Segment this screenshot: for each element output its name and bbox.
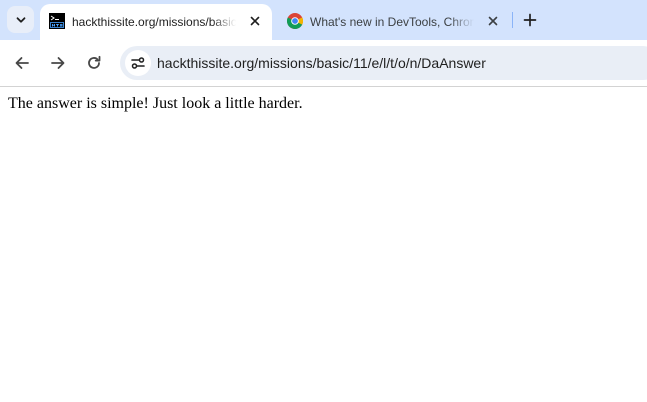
tab-search-button[interactable] [7, 6, 34, 33]
reload-button[interactable] [80, 49, 108, 77]
tab-strip: hackthissite.org/missions/basic/11/e/l/t… [0, 0, 647, 40]
arrow-left-icon [15, 57, 29, 69]
tab-title: What's new in DevTools, Chrome [310, 15, 474, 29]
reload-icon [88, 55, 101, 69]
tab-close-button[interactable] [484, 12, 502, 30]
chevron-down-icon [16, 16, 25, 23]
new-tab-button[interactable] [518, 9, 542, 31]
arrow-right-icon [51, 57, 65, 69]
tab-separator [512, 12, 513, 28]
hts-logo-icon [49, 13, 65, 29]
site-info-button[interactable] [125, 50, 151, 76]
chrome-logo-icon [287, 13, 303, 29]
plus-icon [523, 13, 537, 27]
forward-button[interactable] [44, 49, 72, 77]
url-text[interactable]: hackthissite.org/missions/basic/11/e/l/t… [157, 54, 486, 72]
page-message: The answer is simple! Just look a little… [8, 95, 303, 112]
tab-devtools[interactable]: What's new in DevTools, Chrome [278, 4, 510, 40]
back-button[interactable] [8, 49, 36, 77]
address-bar[interactable]: hackthissite.org/missions/basic/11/e/l/t… [120, 46, 647, 80]
tab-hackthissite[interactable]: hackthissite.org/missions/basic/11/e/l/t… [40, 4, 272, 40]
tab-title: hackthissite.org/missions/basic/11/e/l/t… [72, 15, 236, 29]
tab-close-button[interactable] [246, 12, 264, 30]
close-icon [488, 16, 498, 26]
close-icon [250, 16, 260, 26]
browser-toolbar: hackthissite.org/missions/basic/11/e/l/t… [0, 40, 647, 86]
tune-icon [131, 57, 145, 69]
page-content: The answer is simple! Just look a little… [0, 87, 647, 402]
